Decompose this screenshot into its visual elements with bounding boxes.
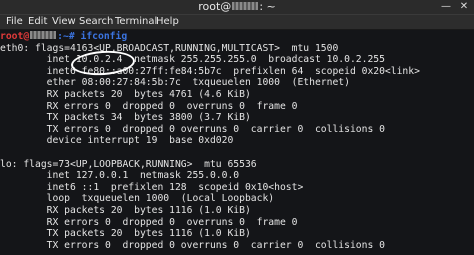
output-line: RX errors 0 dropped 0 overruns 0 frame 0 xyxy=(0,100,298,112)
output-line: TX packets 34 bytes 3800 (3.7 KiB) xyxy=(0,112,251,124)
menu-search[interactable]: Search xyxy=(79,15,113,29)
menu-edit[interactable]: Edit xyxy=(28,15,47,29)
output-line: RX packets 20 bytes 4761 (4.6 KiB) xyxy=(0,89,251,100)
output-line: TX packets 20 bytes 1116 (1.0 KiB) xyxy=(0,228,251,240)
prompt-command: :~# ifconfig xyxy=(57,31,128,42)
output-line: RX errors 0 dropped 0 overruns 0 frame 0 xyxy=(0,216,298,228)
window-title: root@ : ~ xyxy=(0,0,474,14)
prompt-user: root@ xyxy=(0,31,30,42)
redacted-prompt-host xyxy=(30,31,57,39)
menu-bar: File Edit View Search Terminal Help xyxy=(0,15,474,30)
terminal-window: root@ : ~ — ✕ File Edit View Search Termi… xyxy=(0,0,474,255)
output-line: TX errors 0 dropped 0 overruns 0 carrier… xyxy=(0,123,385,135)
prompt-line: root@ :~# ifconfig xyxy=(0,31,127,43)
menu-view[interactable]: View xyxy=(52,15,76,29)
output-line: eth0: flags=4163<UP,BROADCAST,RUNNING,MU… xyxy=(0,42,339,54)
output-line: loop txqueuelen 1000 (Local Loopback) xyxy=(0,193,275,205)
output-line: inet6 ::1 prefixlen 128 scopeid 0x10<hos… xyxy=(0,181,304,193)
menu-terminal[interactable]: Terminal xyxy=(115,15,157,29)
menu-file[interactable]: File xyxy=(6,15,23,29)
output-line: ether 08:00:27:84:5b:7c txqueuelen 1000 … xyxy=(0,77,350,89)
window-title-suffix: : ~ xyxy=(259,0,276,13)
window-title-prefix: root@ xyxy=(198,0,232,13)
output-line: lo: flags=73<UP,LOOPBACK,RUNNING> mtu 65… xyxy=(0,158,257,170)
close-button[interactable]: ✕ xyxy=(456,0,472,14)
minimize-button[interactable]: — xyxy=(438,0,454,14)
output-line: TX errors 0 dropped 0 overruns 0 carrier… xyxy=(0,239,385,251)
output-line: inet6 fe80::a00:27ff:fe84:5b7c prefixlen… xyxy=(0,65,420,77)
output-line: inet 10.0.2.4 netmask 255.255.255.0 broa… xyxy=(0,54,385,66)
output-line: device interrupt 19 base 0xd020 xyxy=(0,135,234,147)
output-line: inet 127.0.0.1 netmask 255.0.0.0 xyxy=(0,170,240,182)
output-line: RX packets 20 bytes 1116 (1.0 KiB) xyxy=(0,205,251,216)
menu-help[interactable]: Help xyxy=(156,15,179,29)
title-bar: root@ : ~ — ✕ xyxy=(0,0,474,15)
redacted-hostname xyxy=(232,2,259,10)
